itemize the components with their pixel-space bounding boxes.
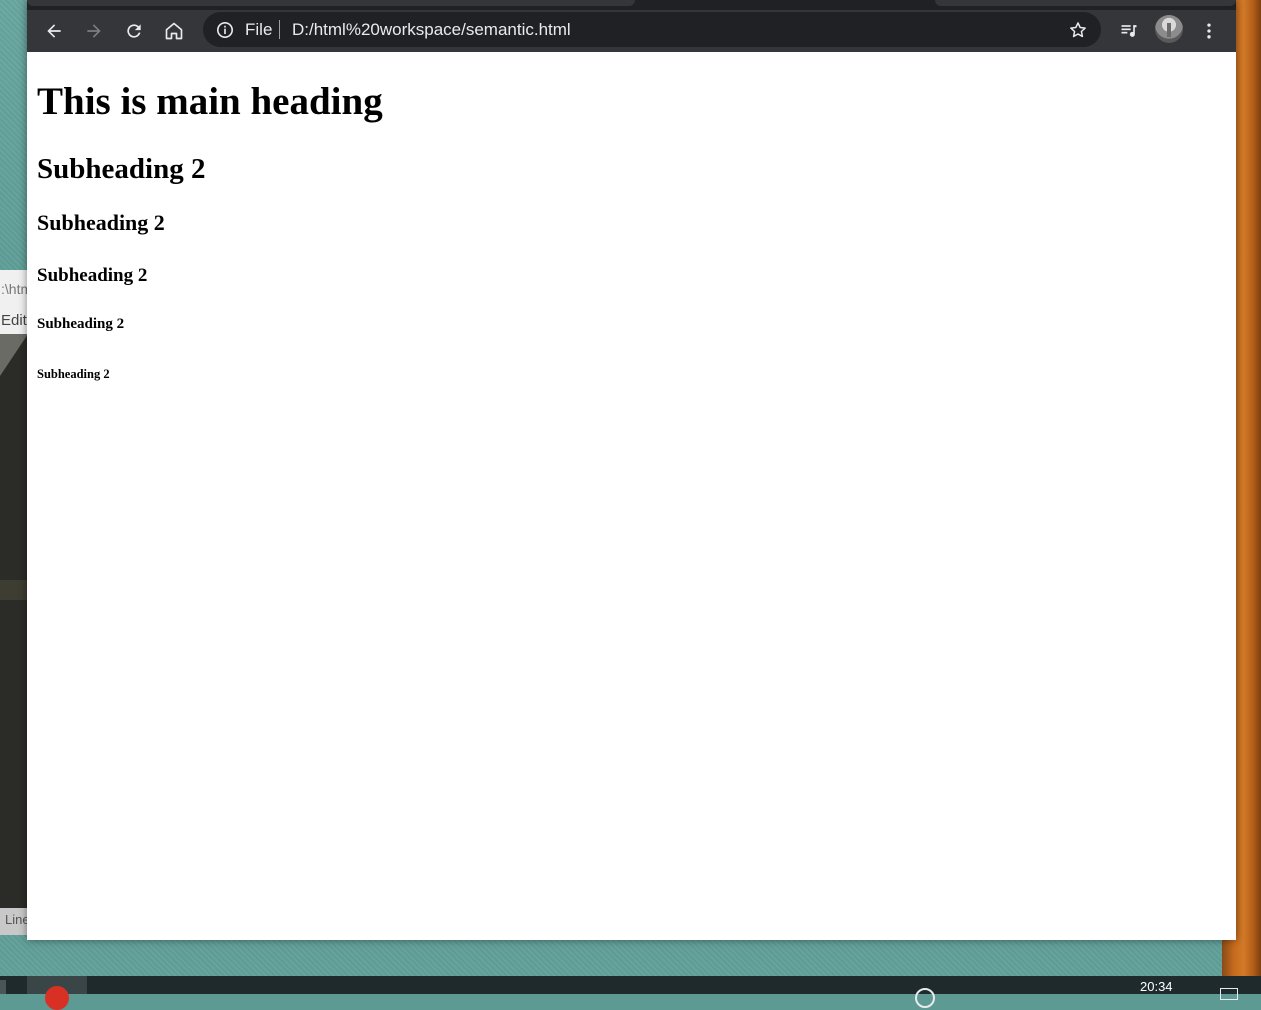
- more-vert-icon: [1207, 23, 1211, 39]
- notification-center-icon[interactable]: [1220, 988, 1238, 1000]
- tray-network-icon[interactable]: [915, 988, 935, 1008]
- editor-status-text: Line: [5, 912, 28, 927]
- tab-edge-right[interactable]: [935, 0, 1236, 6]
- editor-title-area: :\htm Edit: [0, 270, 28, 334]
- reload-button[interactable]: [117, 14, 151, 48]
- browser-window: File D:/html%20workspace/semantic.html T…: [27, 0, 1236, 940]
- url-scheme-label: File: [245, 20, 273, 39]
- taskbar-chrome-app[interactable]: [27, 976, 87, 1010]
- forward-arrow-icon: [87, 24, 101, 38]
- taskbar-clock[interactable]: 20:34: [1140, 979, 1173, 994]
- playlist-music-icon: [1121, 25, 1137, 37]
- bookmark-star-icon[interactable]: [1067, 19, 1088, 40]
- subheading-h5: Subheading 2: [37, 316, 125, 332]
- url-text[interactable]: D:/html%20workspace/semantic.html: [292, 20, 571, 40]
- background-editor-window[interactable]: :\htm Edit Line: [0, 270, 28, 935]
- tab-strip: [27, 0, 1236, 10]
- site-info-icon[interactable]: [215, 20, 234, 39]
- omnibox-separator: [279, 20, 280, 39]
- menu-button[interactable]: [1192, 14, 1226, 48]
- taskbar-start-edge[interactable]: [0, 980, 6, 994]
- address-bar[interactable]: File D:/html%20workspace/semantic.html: [203, 12, 1101, 47]
- reload-icon: [127, 24, 141, 38]
- editor-status-bar: Line: [0, 908, 28, 935]
- profile-avatar[interactable]: [1155, 15, 1183, 43]
- subheading-h4: Subheading 2: [37, 265, 148, 286]
- subheading-h2: Subheading 2: [37, 153, 206, 185]
- editor-highlight-line: [0, 580, 28, 600]
- chrome-icon: [45, 986, 69, 1010]
- editor-menu-edit[interactable]: Edit: [1, 312, 27, 329]
- home-icon: [165, 22, 183, 40]
- main-heading: This is main heading: [37, 80, 383, 123]
- browser-toolbar: File D:/html%20workspace/semantic.html: [27, 10, 1236, 52]
- home-button[interactable]: [157, 14, 191, 48]
- tab-active-edge[interactable]: [27, 0, 635, 6]
- subheading-h6: Subheading 2: [37, 367, 110, 381]
- back-arrow-icon: [47, 24, 61, 38]
- editor-path-text: :\htm: [1, 281, 28, 297]
- editor-decoration: [0, 334, 28, 376]
- subheading-h3: Subheading 2: [37, 210, 165, 235]
- page-content: This is main heading Subheading 2 Subhea…: [27, 52, 1236, 940]
- media-controls-button[interactable]: [1112, 14, 1146, 48]
- back-button[interactable]: [37, 14, 71, 48]
- taskbar: 20:34: [0, 976, 1261, 1010]
- forward-button[interactable]: [77, 14, 111, 48]
